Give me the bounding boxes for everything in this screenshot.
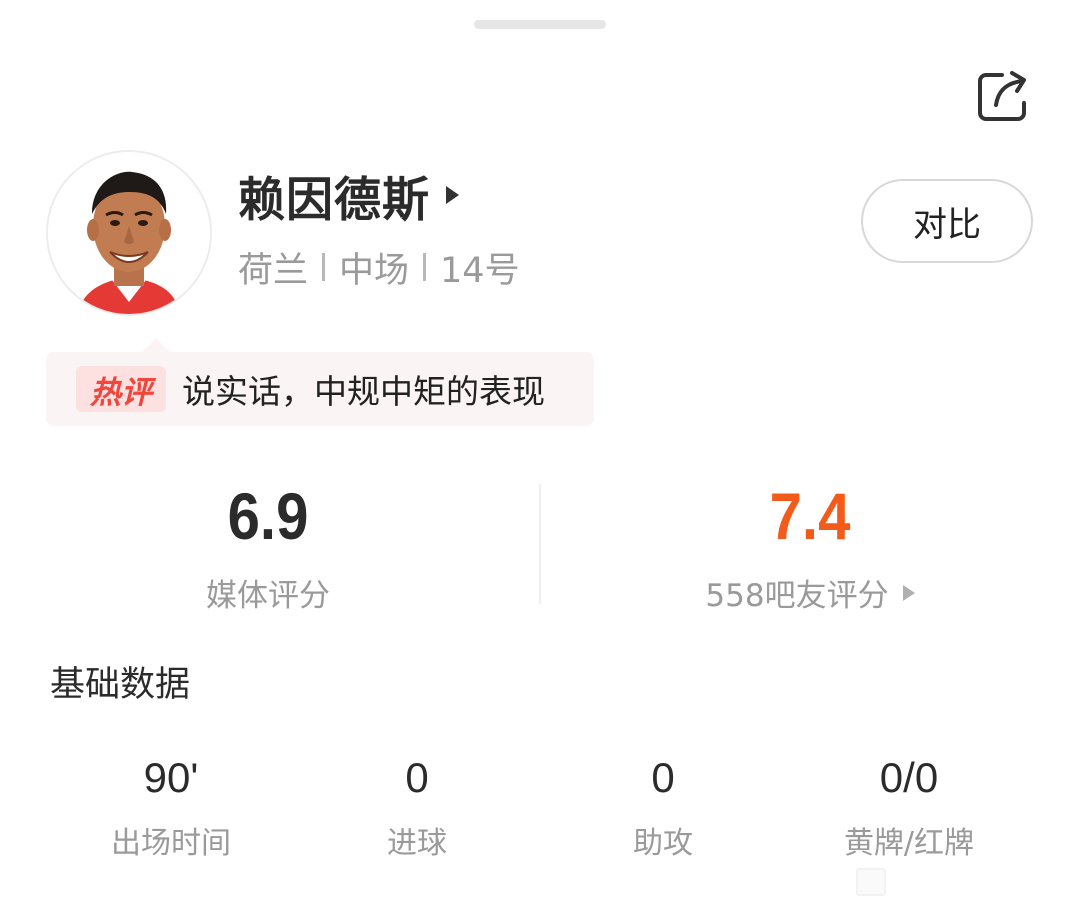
stat-label: 助攻	[633, 826, 693, 861]
player-position: 中场	[339, 250, 410, 291]
player-number: 14号	[440, 250, 520, 291]
share-button[interactable]	[970, 66, 1034, 128]
stat-minutes-played: 90' 出场时间	[48, 752, 294, 862]
stat-goals: 0 进球	[294, 752, 540, 862]
fan-rating[interactable]: 7.4 558吧友评分	[560, 478, 1060, 615]
stat-cards: 0/0 黄牌/红牌	[786, 752, 1032, 862]
stat-assists: 0 助攻	[540, 752, 786, 862]
fan-rating-label: 558吧友评分	[560, 570, 1060, 615]
media-rating-label: 媒体评分	[206, 578, 330, 614]
hot-comment-badge: 热评	[76, 366, 166, 412]
stat-value: 0/0	[879, 754, 939, 801]
fan-rating-value: 7.4	[769, 479, 851, 553]
player-name: 赖因德斯	[238, 172, 430, 228]
stat-value: 0	[651, 754, 675, 801]
player-detail-sheet: 赖因德斯 荷兰 中场 14号 对比 热评 说实话，中规中矩的表现 6.9 媒体评…	[0, 0, 1080, 908]
player-photo	[48, 152, 210, 314]
media-rating-value: 6.9	[227, 479, 309, 553]
caret-right-icon	[446, 186, 459, 204]
stat-value: 0	[405, 754, 429, 801]
watermark-icon	[856, 868, 886, 896]
caret-right-icon	[902, 584, 915, 601]
player-name-link[interactable]: 赖因德斯	[238, 162, 459, 228]
stat-label: 进球	[387, 826, 447, 861]
meta-divider	[322, 253, 326, 281]
compare-button[interactable]: 对比	[861, 179, 1033, 263]
stat-label: 黄牌/红牌	[843, 826, 975, 861]
share-icon	[978, 71, 1026, 121]
hot-comment[interactable]: 热评 说实话，中规中矩的表现	[46, 338, 594, 426]
drag-handle[interactable]	[474, 20, 606, 29]
player-country: 荷兰	[238, 250, 309, 291]
stat-value: 90'	[143, 754, 199, 801]
hot-comment-text: 说实话，中规中矩的表现	[182, 372, 545, 411]
basic-stats-row: 90' 出场时间 0 进球 0 助攻 0/0 黄牌/红牌	[48, 752, 1032, 862]
meta-divider	[423, 253, 427, 281]
player-avatar[interactable]	[46, 150, 212, 316]
rating-divider	[539, 484, 541, 604]
section-title-basic-stats: 基础数据	[50, 665, 191, 705]
stat-label: 出场时间	[111, 826, 231, 861]
media-rating: 6.9 媒体评分	[18, 478, 518, 615]
player-meta: 荷兰 中场 14号	[238, 240, 520, 294]
